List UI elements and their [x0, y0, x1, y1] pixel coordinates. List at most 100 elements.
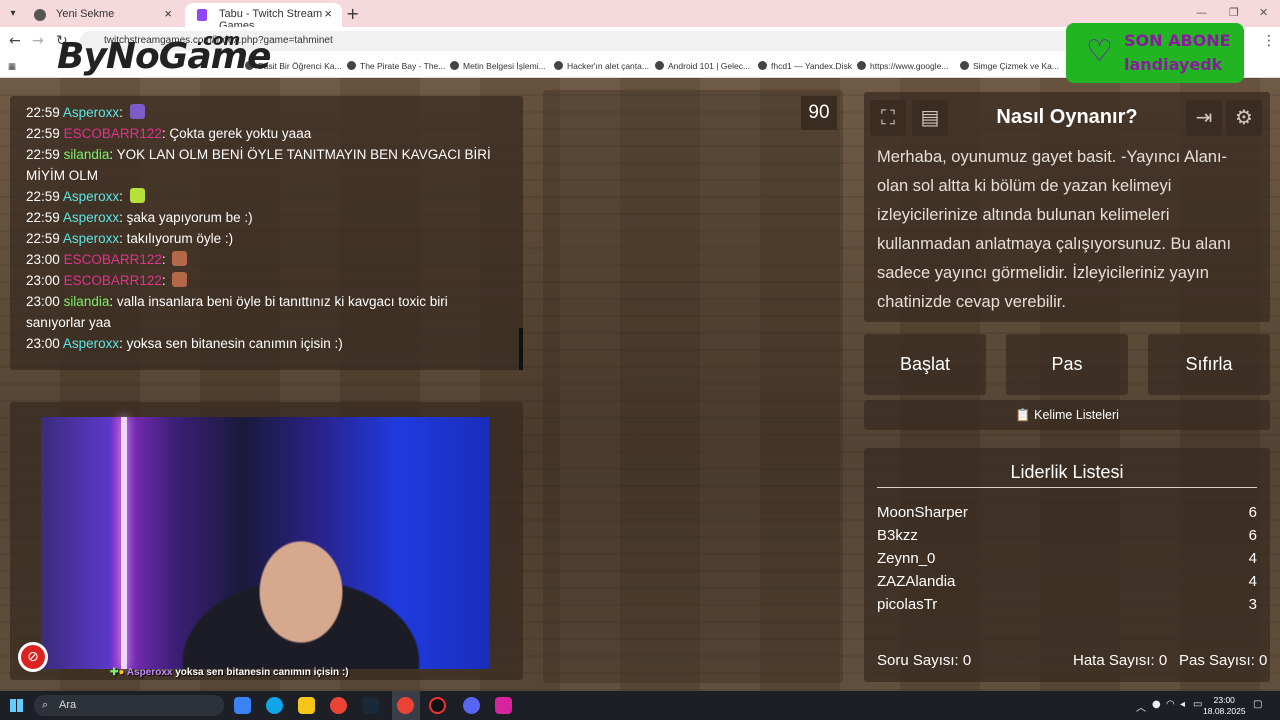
pass-button[interactable]: Pas	[1006, 334, 1128, 395]
discord-icon[interactable]	[463, 697, 480, 714]
apps-icon[interactable]: ▦	[8, 61, 16, 72]
chat-username[interactable]: silandia	[64, 147, 110, 162]
no-sign-icon: ⊘	[18, 642, 48, 672]
sub-alert-name: landiayedk	[1124, 55, 1223, 74]
chat-message: 23:00 ESCOBARR122:	[26, 249, 523, 270]
obs-icon[interactable]	[429, 697, 446, 714]
chat-message: 22:59 Asperoxx:	[26, 186, 523, 207]
close-tab-icon[interactable]: ×	[324, 6, 332, 21]
start-button[interactable]: Başlat	[864, 334, 986, 395]
leaderboard-row: MoonSharper 6	[877, 504, 1257, 521]
bynogame-logo-suffix: .com	[197, 30, 241, 49]
taskbar-clock[interactable]: 23:00 18.08.2025	[1203, 695, 1246, 717]
instagram-icon[interactable]	[495, 697, 512, 714]
chat-timestamp: 22:59	[26, 210, 60, 225]
sub-alert-title: SON ABONE	[1124, 31, 1231, 50]
file-explorer-icon[interactable]	[298, 697, 315, 714]
chat-username[interactable]: Asperoxx	[63, 189, 119, 204]
chat-username[interactable]: silandia	[64, 294, 110, 309]
bookmark-item[interactable]: Metin Belgesi İşlemi...	[450, 61, 546, 71]
chat-username[interactable]: ESCOBARR122	[64, 273, 162, 288]
edge-icon[interactable]	[266, 697, 283, 714]
bookmark-item[interactable]: Hacker'ın alet çanta...	[554, 61, 649, 71]
chat-scrollbar[interactable]	[519, 328, 523, 370]
divider	[877, 487, 1257, 488]
back-icon[interactable]: ←	[9, 33, 21, 49]
game-board: 90	[543, 90, 843, 683]
new-tab-icon[interactable]: +	[346, 4, 359, 23]
face-emote-icon	[172, 272, 188, 287]
pass-count: Pas Sayısı: 0	[1179, 652, 1268, 669]
page-icon	[655, 61, 664, 70]
webcam-chat-caption: ✚● Asperoxx yoksa sen bitanesin canımın …	[110, 667, 349, 678]
bookmark-item[interactable]: Android 101 | Gelec...	[655, 61, 750, 71]
chat-text: takılıyorum öyle :)	[126, 231, 234, 246]
wifi-icon[interactable]: ◠	[1166, 699, 1175, 710]
tab-new-tab[interactable]: Yeni Sekme ×	[22, 3, 182, 27]
bookmark-item[interactable]: Simge Çizmek ve Ka...	[960, 61, 1059, 71]
bookmark-item[interactable]: The Pirate Bay - The...	[347, 61, 445, 71]
tab-search-icon[interactable]: ▾	[4, 5, 22, 23]
face-emote-icon	[172, 251, 188, 266]
chat-text: şaka yapıyorum be :)	[126, 210, 253, 225]
chat-timestamp: 22:59	[26, 147, 60, 162]
badge-icon: ●	[118, 667, 125, 678]
purple-emote-icon	[129, 104, 145, 119]
caption-user: Asperoxx	[126, 667, 173, 678]
chevron-up-icon[interactable]: ︿	[1136, 699, 1146, 714]
chat-username[interactable]: Asperoxx	[63, 105, 119, 120]
search-placeholder: Ara	[59, 699, 77, 711]
info-text: Merhaba, oyunumuz gayet basit. -Yayıncı …	[877, 148, 1232, 311]
clock-time: 23:00	[1213, 695, 1235, 705]
chat-message: 22:59 silandia: YOK LAN OLM BENİ ÖYLE TA…	[26, 147, 491, 183]
info-panel: ⛶ ▤ Nasıl Oynanır? ⇥ ⚙ Merhaba, oyunumuz…	[864, 92, 1270, 322]
windows-start-icon[interactable]	[10, 699, 23, 712]
close-tab-icon[interactable]: ×	[164, 6, 172, 21]
tab-label: Yeni Sekme	[56, 8, 115, 20]
logout-icon[interactable]: ⇥	[1186, 100, 1222, 136]
leaderboard-row: picolasTr 3	[877, 596, 1257, 613]
chat-message: 22:59 ESCOBARR122: Çokta gerek yoktu yaa…	[26, 126, 312, 141]
bookmark-item[interactable]: https://www.google...	[857, 61, 948, 71]
chat-username[interactable]: Asperoxx	[63, 231, 119, 246]
chat-message: 23:00 silandia: valla insanlara beni öyl…	[26, 294, 448, 330]
notification-icon[interactable]: ▢	[1253, 699, 1262, 710]
chat-username[interactable]: Asperoxx	[63, 210, 119, 225]
chat-username[interactable]: ESCOBARR122	[64, 252, 162, 267]
forward-icon[interactable]: →	[32, 33, 44, 49]
chat-timestamp: 23:00	[26, 273, 60, 288]
chat-timestamp: 23:00	[26, 294, 60, 309]
copilot-icon[interactable]	[234, 697, 251, 714]
chat-message: 22:59 Asperoxx:	[26, 102, 523, 123]
maximize-icon[interactable]: ❐	[1229, 6, 1239, 19]
caption-text: yoksa sen bitanesin canımın içisin :)	[175, 667, 349, 678]
taskbar-search[interactable]: ⌕ Ara	[34, 695, 224, 716]
clipboard-icon: 📋	[1015, 408, 1031, 422]
chrome-icon[interactable]	[330, 697, 347, 714]
leaderboard-row: B3kzz 6	[877, 527, 1257, 544]
game-area: 22:59 Asperoxx: 22:59 ESCOBARR122: Çokta…	[0, 78, 1280, 691]
battery-icon[interactable]: ▭	[1193, 699, 1202, 710]
settings-gear-icon[interactable]: ⚙	[1226, 100, 1262, 136]
chat-message: 23:00 ESCOBARR122:	[26, 270, 523, 291]
tab-tabu[interactable]: Tabu - Twitch Stream Games ×	[185, 3, 342, 32]
reset-button[interactable]: Sıfırla	[1148, 334, 1270, 395]
chat-text: yoksa sen bitanesin canımın içisin :)	[126, 336, 343, 351]
word-lists-button[interactable]: 📋 Kelime Listeleri	[864, 400, 1270, 430]
menu-icon[interactable]: ⋮	[1262, 33, 1276, 49]
minimize-icon[interactable]: —	[1196, 6, 1207, 19]
chat-timestamp: 23:00	[26, 252, 60, 267]
error-count: Hata Sayısı: 0	[1073, 652, 1168, 669]
green-emote-icon	[129, 188, 145, 203]
chat-username[interactable]: Asperoxx	[63, 336, 119, 351]
taskbar: ⌕ Ara ︿ ● ◠ ◂ ▭ 23:00 18.08.2025 ▢	[0, 691, 1280, 720]
window-close-icon[interactable]: ✕	[1259, 6, 1268, 19]
word-lists-label: Kelime Listeleri	[1034, 408, 1119, 422]
chrome-icon[interactable]	[397, 697, 414, 714]
chat-username[interactable]: ESCOBARR122	[64, 126, 162, 141]
bookmark-item[interactable]: fhcd1 — Yandex.Disk	[758, 61, 852, 71]
steam-icon[interactable]	[362, 697, 379, 714]
volume-icon[interactable]: ◂	[1180, 699, 1185, 710]
microphone-icon[interactable]: ●	[1152, 699, 1161, 710]
search-icon: ⌕	[42, 699, 49, 711]
